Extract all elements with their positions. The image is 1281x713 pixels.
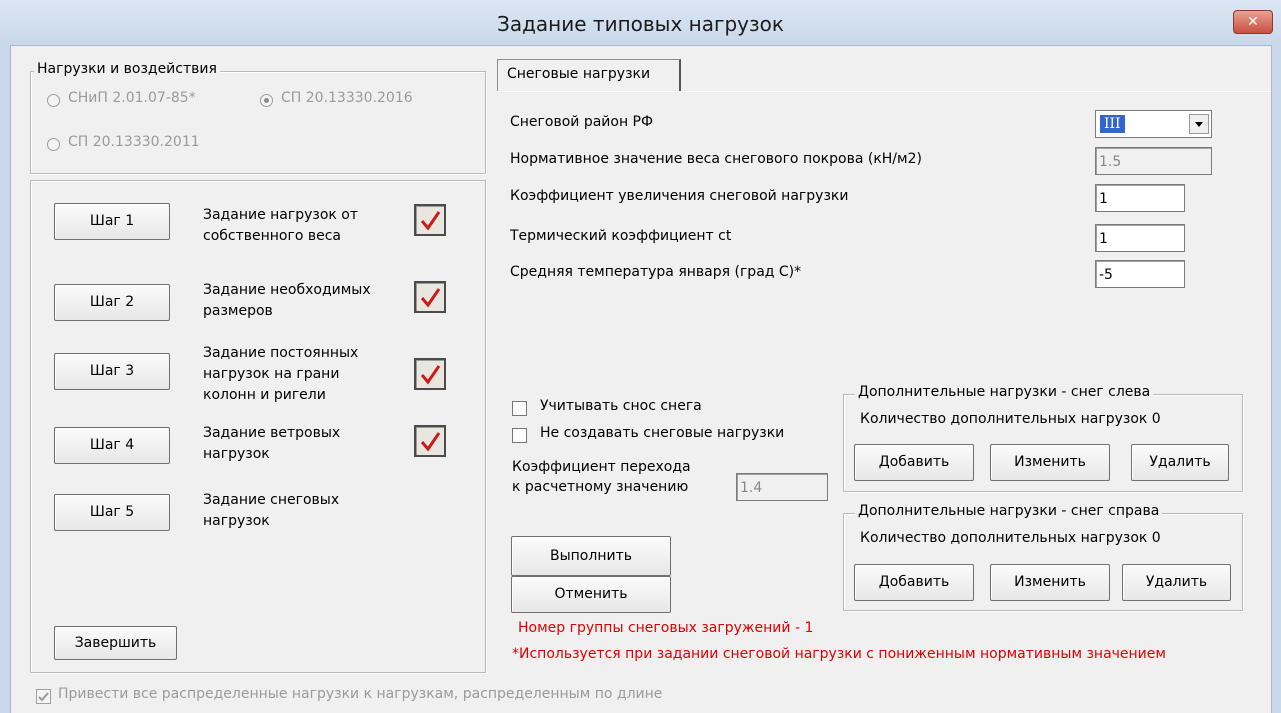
radio-sp2011-label: СП 20.13330.2011 (68, 134, 200, 150)
check-icon (38, 692, 49, 702)
step-5-text-line-1: Задание снеговых (203, 492, 340, 508)
extra-left-count: Количество дополнительных нагрузок 0 (860, 411, 1161, 427)
snow-weight-field[interactable]: 1.5 (1095, 147, 1212, 175)
snow-region-value: III (1100, 115, 1125, 133)
check-icon (420, 365, 441, 385)
snow-drift-checkbox[interactable] (512, 401, 527, 416)
tab-snow-loads[interactable]: Снеговые нагрузки (497, 59, 681, 92)
step-4-text: Задание ветровых нагрузок (203, 423, 340, 465)
radio-sp2016[interactable] (260, 94, 273, 107)
increase-coef-label: Коэффициент увеличения снеговой нагрузки (510, 188, 849, 204)
radio-sp2011[interactable] (47, 138, 60, 151)
step-4-button[interactable]: Шаг 4 (54, 427, 170, 464)
step-1-text-line-2: собственного веса (203, 228, 341, 244)
dropdown-button[interactable] (1189, 114, 1209, 134)
step-5-text: Задание снеговых нагрузок (203, 490, 339, 532)
extra-right-count: Количество дополнительных нагрузок 0 (860, 530, 1161, 546)
no-snow-loads-label: Не создавать снеговые нагрузки (540, 425, 785, 441)
dialog-window: Задание типовых нагрузок ✕ Нагрузки и во… (0, 0, 1281, 713)
check-icon (420, 432, 441, 452)
snow-weight-label: Нормативное значение веса снегового покр… (510, 151, 922, 167)
step-3-done-checkbox (414, 358, 446, 390)
jan-temp-label: Средняя температура января (град С)* (510, 264, 802, 280)
step-3-text-line-3: колонн и ригели (203, 387, 326, 403)
extra-left-edit-button[interactable]: Изменить (990, 444, 1110, 481)
step-5-text-line-2: нагрузок (203, 513, 270, 529)
radio-snip-label: СНиП 2.01.07-85* (68, 90, 196, 106)
step-1-done-checkbox (414, 204, 446, 236)
transition-coef-label-line-2: к расчетному значению (512, 479, 689, 495)
snow-group-number-note: Номер группы снеговых загружений - 1 (518, 620, 814, 636)
snow-drift-label: Учитывать снос снега (540, 398, 702, 414)
cancel-button[interactable]: Отменить (511, 576, 671, 613)
check-icon (420, 288, 441, 308)
title-bar[interactable]: Задание типовых нагрузок ✕ (0, 0, 1281, 46)
window-frame-right (1271, 45, 1281, 713)
snow-region-label: Снеговой район РФ (510, 114, 654, 130)
step-4-text-line-2: нагрузок (203, 446, 270, 462)
step-1-button[interactable]: Шаг 1 (54, 203, 170, 240)
extra-right-add-button[interactable]: Добавить (854, 564, 974, 601)
step-2-button[interactable]: Шаг 2 (54, 284, 170, 321)
step-3-text-line-1: Задание постоянных (203, 345, 359, 361)
close-icon: ✕ (1247, 14, 1259, 30)
transition-coef-label-line-1: Коэффициент перехода (512, 459, 691, 475)
chevron-down-icon (1195, 122, 1203, 127)
step-3-text-line-2: нагрузок на грани (203, 366, 340, 382)
snow-region-select[interactable]: III (1095, 110, 1212, 138)
step-1-text: Задание нагрузок от собственного веса (203, 205, 358, 247)
transition-coef-label: Коэффициент перехода к расчетному значен… (512, 457, 691, 497)
step-2-text: Задание необходимых размеров (203, 280, 371, 322)
extra-left-delete-button[interactable]: Удалить (1131, 444, 1229, 481)
tab-snow-loads-label: Снеговые нагрузки (507, 66, 651, 82)
no-snow-loads-checkbox[interactable] (512, 428, 527, 443)
radio-snip[interactable] (47, 94, 60, 107)
reduced-value-footnote: *Используется при задании снеговой нагру… (512, 646, 1166, 662)
step-3-text: Задание постоянных нагрузок на грани кол… (203, 343, 358, 406)
step-1-text-line-1: Задание нагрузок от (203, 207, 359, 223)
radio-sp2016-label: СП 20.13330.2016 (281, 90, 413, 106)
window-frame-left (0, 45, 11, 713)
distribute-loads-checkbox[interactable] (36, 689, 51, 704)
step-2-text-line-2: размеров (203, 303, 273, 319)
norms-group-legend: Нагрузки и воздействия (34, 61, 220, 77)
step-5-button[interactable]: Шаг 5 (54, 494, 170, 531)
distribute-loads-label: Привести все распределенные нагрузки к н… (58, 686, 663, 702)
step-2-text-line-1: Задание необходимых (203, 282, 371, 298)
step-2-done-checkbox (414, 281, 446, 313)
thermal-coef-field[interactable]: 1 (1095, 224, 1185, 252)
check-icon (420, 211, 441, 231)
extra-right-legend: Дополнительные нагрузки - снег справа (855, 503, 1163, 519)
step-4-text-line-1: Задание ветровых (203, 425, 341, 441)
transition-coef-field[interactable]: 1.4 (736, 473, 828, 501)
jan-temp-field[interactable]: -5 (1095, 260, 1185, 288)
extra-left-add-button[interactable]: Добавить (854, 444, 974, 481)
step-3-button[interactable]: Шаг 3 (54, 353, 170, 390)
thermal-coef-label: Термический коэффициент ct (510, 228, 732, 244)
step-4-done-checkbox (414, 425, 446, 457)
close-button[interactable]: ✕ (1233, 10, 1273, 34)
extra-right-edit-button[interactable]: Изменить (990, 564, 1110, 601)
increase-coef-field[interactable]: 1 (1095, 184, 1185, 212)
window-title: Задание типовых нагрузок (497, 12, 784, 36)
tab-panel-top-border (497, 91, 1271, 92)
norms-group (30, 71, 486, 174)
extra-left-legend: Дополнительные нагрузки - снег слева (855, 384, 1154, 400)
finish-button[interactable]: Завершить (54, 626, 177, 660)
run-button[interactable]: Выполнить (511, 536, 671, 576)
extra-right-delete-button[interactable]: Удалить (1122, 564, 1231, 601)
